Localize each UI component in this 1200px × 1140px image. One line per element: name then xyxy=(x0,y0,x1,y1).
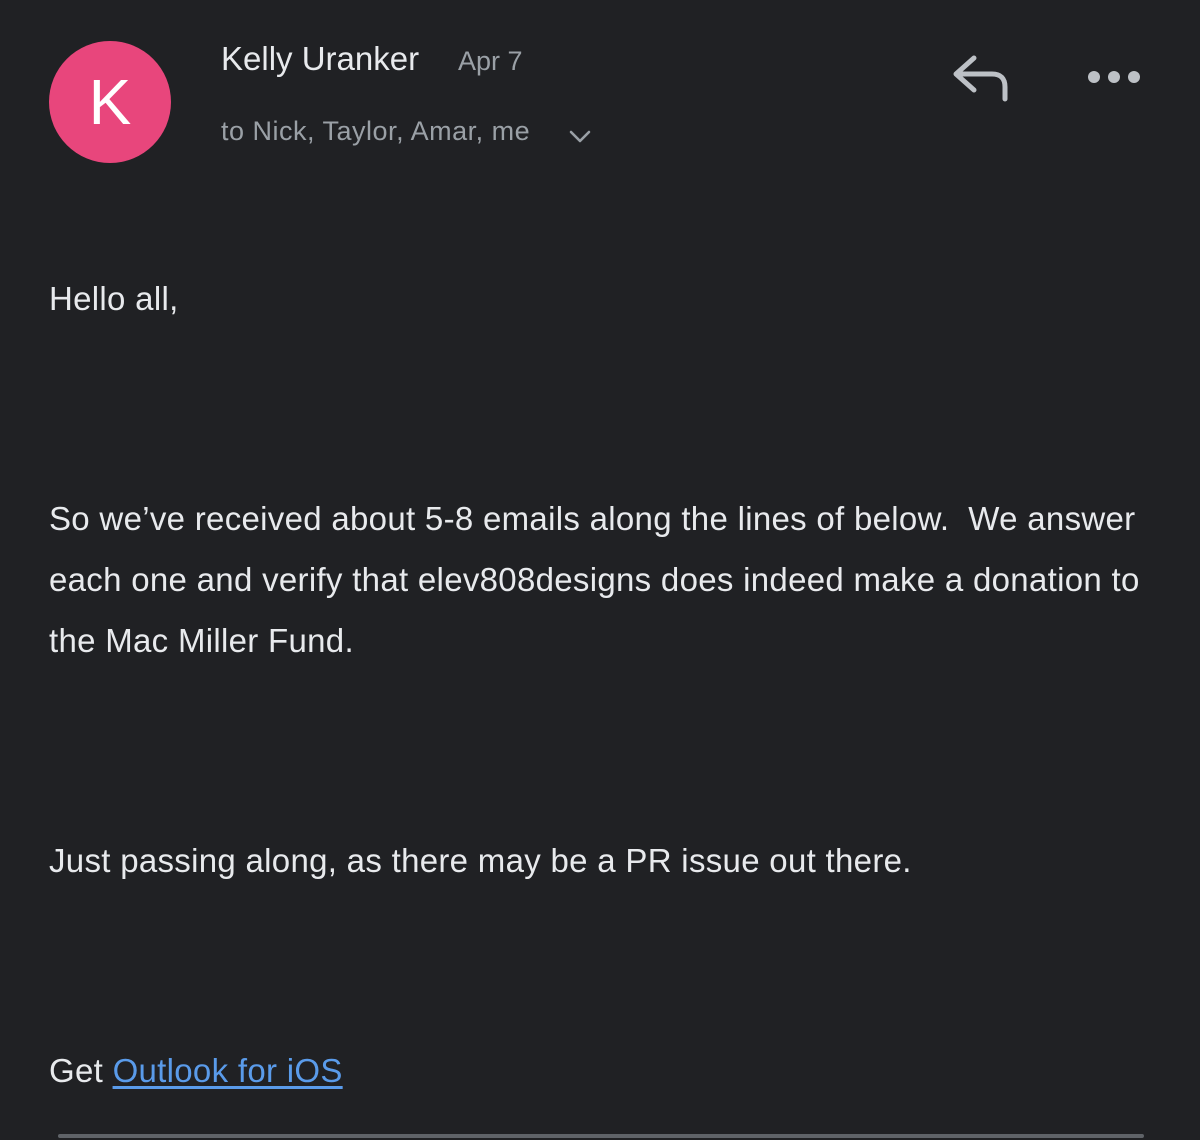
message-header: K Kelly Uranker Apr 7 to Nick, Taylor, A… xyxy=(0,0,1200,200)
outlook-for-ios-link[interactable]: Outlook for iOS xyxy=(113,1052,343,1089)
divider xyxy=(58,1134,1144,1138)
signature: Get Outlook for iOS xyxy=(49,1040,343,1101)
avatar[interactable]: K xyxy=(49,41,171,163)
more-horizontal-icon[interactable] xyxy=(1086,64,1142,90)
greeting-text: Hello all, xyxy=(49,280,179,317)
body-paragraph-2: Just passing along, as there may be a PR… xyxy=(49,842,912,879)
reply-icon[interactable] xyxy=(948,52,1012,104)
body-paragraph-1: So we’ve received about 5-8 emails along… xyxy=(49,500,1150,659)
recipients-line[interactable]: to Nick, Taylor, Amar, me xyxy=(221,116,530,147)
signature-prefix: Get xyxy=(49,1052,113,1089)
sender-name[interactable]: Kelly Uranker xyxy=(221,40,419,78)
message-date: Apr 7 xyxy=(458,46,523,76)
chevron-down-icon[interactable] xyxy=(566,124,594,148)
